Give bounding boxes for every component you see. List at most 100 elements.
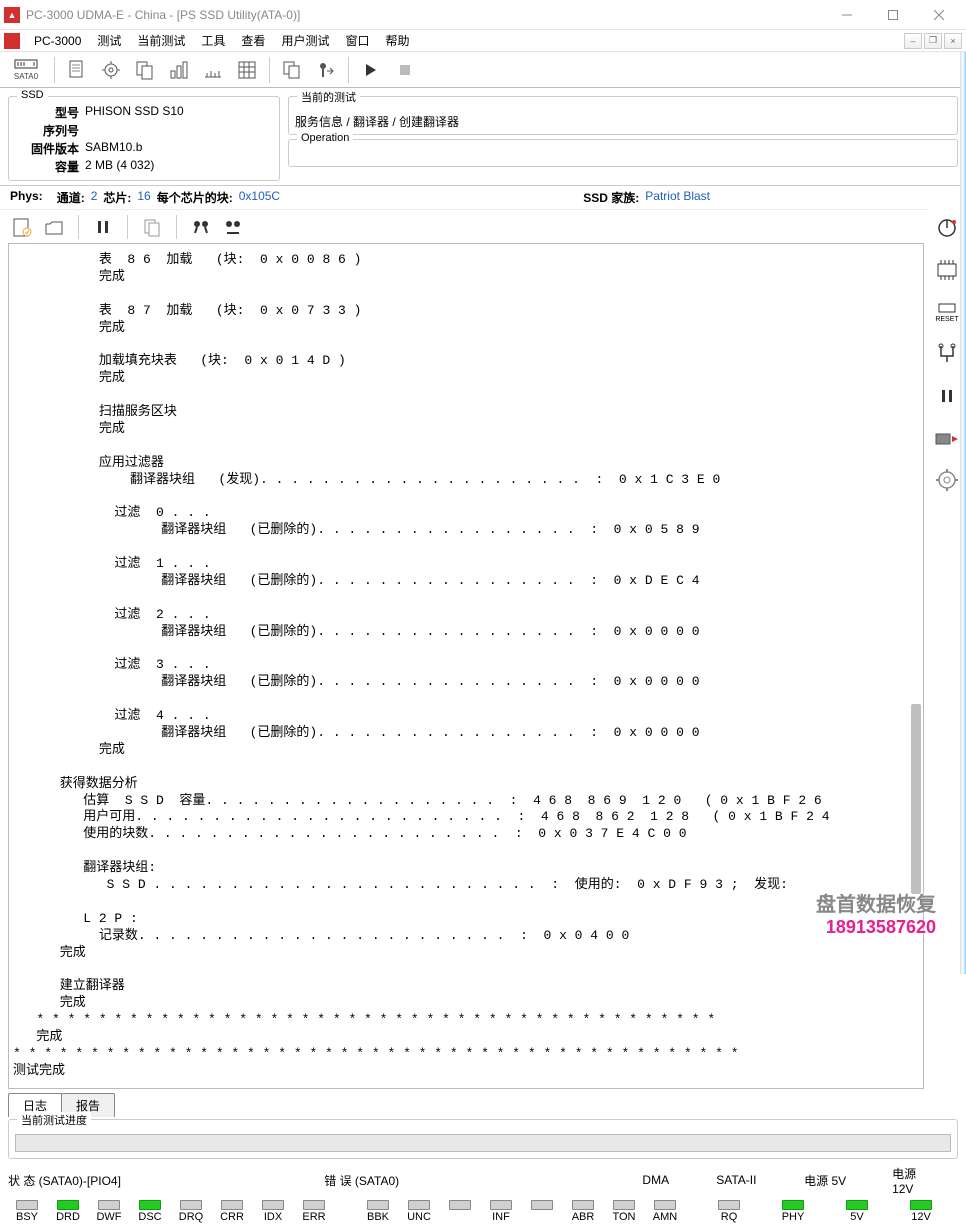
connector-icon[interactable] [932, 339, 962, 369]
family-label: SSD 家族: [583, 189, 639, 206]
menu-current-test[interactable]: 当前测试 [129, 30, 193, 51]
status-header-row: 状 态 (SATA0)-[PIO4] 错 误 (SATA0) DMA SATA-… [0, 1163, 966, 1198]
gear-icon[interactable] [95, 55, 127, 85]
main-toolbar: SATA0 [0, 52, 966, 88]
current-test-legend: 当前的测试 [297, 89, 360, 105]
log-toolbar [0, 209, 928, 243]
status-sata2-label: SATA-II [716, 1173, 784, 1187]
reset-icon[interactable]: RESET [932, 297, 962, 327]
copy-icon[interactable] [129, 55, 161, 85]
channel-label: 通道: [57, 189, 85, 206]
led-dsc: DSC [131, 1200, 169, 1223]
model-value: PHISON SSD S10 [85, 104, 273, 121]
dma-leds: RQ [710, 1200, 748, 1223]
find-button[interactable] [187, 213, 215, 241]
menu-view[interactable]: 查看 [233, 30, 273, 51]
settings-icon[interactable] [932, 465, 962, 495]
led-idx: IDX [254, 1200, 292, 1223]
minimize-button[interactable] [824, 0, 870, 30]
status-state-label: 状 态 (SATA0)-[PIO4] [8, 1172, 304, 1189]
led-amn: AMN [646, 1200, 684, 1223]
copy-log-button[interactable] [138, 213, 166, 241]
model-label: 型号 [15, 104, 79, 121]
current-test-content: 服务信息 / 翻译器 / 创建翻译器 [295, 113, 951, 130]
cap-label: 容量 [15, 158, 79, 175]
error-leds: BBKUNCINFABRTONAMN [359, 1200, 684, 1223]
chip-arrow-icon[interactable] [932, 423, 962, 453]
mdi-restore-button[interactable]: ❐ [924, 33, 942, 49]
menu-window[interactable]: 窗口 [337, 30, 377, 51]
progress-legend: 当前测试进度 [17, 1112, 91, 1128]
status-led-row: BSYDRDDWFDSCDRQCRRIDXERR BBKUNCINFABRTON… [0, 1198, 966, 1229]
pause-log-button[interactable] [89, 213, 117, 241]
current-test-group: 当前的测试 服务信息 / 翻译器 / 创建翻译器 [288, 96, 958, 135]
blocks-label: 每个芯片的块: [157, 189, 233, 206]
ssd-legend: SSD [17, 89, 48, 101]
menubar: PC-3000 测试 当前测试 工具 查看 用户测试 窗口 帮助 – ❐ × [0, 30, 966, 52]
power-icon[interactable] [932, 213, 962, 243]
phys-info-row: Phys: 通道: 2 芯片: 16 每个芯片的块: 0x105C SSD 家族… [0, 186, 966, 209]
status-p5-label: 电源 5V [804, 1172, 872, 1189]
menu-help[interactable]: 帮助 [377, 30, 417, 51]
exit-icon[interactable] [310, 55, 342, 85]
maximize-button[interactable] [870, 0, 916, 30]
window-title: PC-3000 UDMA-E - China - [PS SSD Utility… [26, 8, 824, 22]
log-area[interactable]: 表 8 6 加载 (块: 0 x 0 0 8 6 ) 完成 表 8 7 加载 (… [8, 243, 924, 1089]
led-drq: DRQ [172, 1200, 210, 1223]
progress-bar [15, 1134, 951, 1152]
brand-label: PC-3000 [26, 32, 89, 50]
cap-value: 2 MB (4 032) [85, 158, 273, 175]
led-ton: TON [605, 1200, 643, 1223]
close-button[interactable] [916, 0, 962, 30]
chip-icon[interactable] [932, 255, 962, 285]
chart-icon[interactable] [163, 55, 195, 85]
led-5v: 5V [838, 1200, 876, 1223]
window-right-edge [960, 52, 966, 974]
app-icon-small [4, 33, 20, 49]
ssd-info-group: SSD 型号PHISON SSD S10 序列号 固件版本SABM10.b 容量… [8, 96, 280, 181]
phys-label: Phys: [10, 189, 43, 206]
progress-group: 当前测试进度 [8, 1119, 958, 1159]
family-value: Patriot Blast [645, 189, 710, 206]
mdi-close-button[interactable]: × [944, 33, 962, 49]
play-button[interactable] [355, 55, 387, 85]
led-blank [523, 1200, 561, 1223]
windows-icon[interactable] [276, 55, 308, 85]
led-dwf: DWF [90, 1200, 128, 1223]
fw-label: 固件版本 [15, 140, 79, 157]
status-error-label: 错 误 (SATA0) [324, 1172, 622, 1189]
p12-leds: 12V [902, 1200, 940, 1223]
open-log-button[interactable] [40, 213, 68, 241]
p5-leds: 5V [838, 1200, 876, 1223]
scrollbar-thumb[interactable] [911, 704, 921, 894]
operation-legend: Operation [297, 132, 353, 144]
led-phy: PHY [774, 1200, 812, 1223]
menu-test[interactable]: 测试 [89, 30, 129, 51]
channel-value: 2 [91, 189, 98, 206]
pause-icon[interactable] [932, 381, 962, 411]
led-bsy: BSY [8, 1200, 46, 1223]
document-icon[interactable] [61, 55, 93, 85]
led-blank [441, 1200, 479, 1223]
find-next-button[interactable] [219, 213, 247, 241]
serial-label: 序列号 [15, 122, 79, 139]
grid-icon[interactable] [231, 55, 263, 85]
log-content: 表 8 6 加载 (块: 0 x 0 0 8 6 ) 完成 表 8 7 加载 (… [9, 244, 923, 1088]
stop-button[interactable] [389, 55, 421, 85]
status-p12-label: 电源 12V [892, 1165, 938, 1196]
fw-value: SABM10.b [85, 140, 273, 157]
operation-group: Operation [288, 139, 958, 167]
chip-value: 16 [137, 189, 150, 206]
status-dma-label: DMA [642, 1173, 696, 1187]
sata2-leds: PHY [774, 1200, 812, 1223]
menu-user-test[interactable]: 用户测试 [273, 30, 337, 51]
menu-tools[interactable]: 工具 [193, 30, 233, 51]
chip-label: 芯片: [103, 189, 131, 206]
led-abr: ABR [564, 1200, 602, 1223]
ruler-icon[interactable] [197, 55, 229, 85]
led-drd: DRD [49, 1200, 87, 1223]
sata-port-button[interactable]: SATA0 [4, 55, 48, 85]
mdi-minimize-button[interactable]: – [904, 33, 922, 49]
led-crr: CRR [213, 1200, 251, 1223]
save-log-button[interactable] [8, 213, 36, 241]
